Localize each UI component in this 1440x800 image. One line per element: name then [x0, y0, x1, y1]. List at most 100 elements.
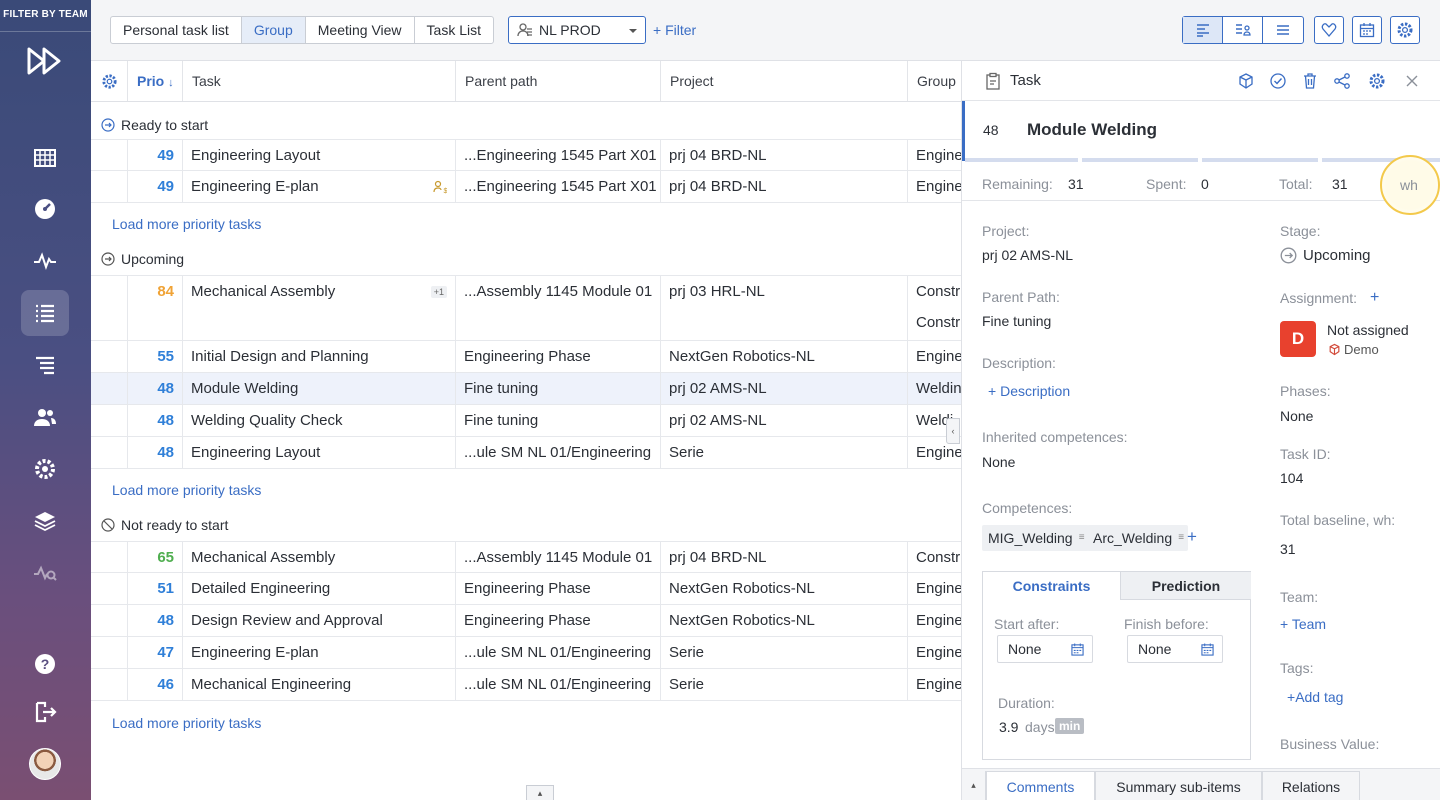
- task-name[interactable]: Initial Design and Planning: [183, 341, 456, 372]
- hierarchy-list-icon[interactable]: [21, 342, 69, 388]
- user-avatar[interactable]: [29, 748, 61, 780]
- tab-relations[interactable]: Relations: [1262, 771, 1360, 800]
- add-team-link[interactable]: + Team: [1280, 616, 1326, 632]
- table-row[interactable]: 51 Detailed Engineering Engineering Phas…: [91, 573, 961, 605]
- calendar-grid-icon[interactable]: [21, 134, 69, 180]
- project-label: Project:: [982, 223, 1030, 239]
- unit-toggle[interactable]: wh: [1380, 155, 1440, 215]
- filter-button[interactable]: + Filter: [653, 22, 696, 38]
- share-icon[interactable]: [1333, 72, 1351, 90]
- table-row[interactable]: 65 Mechanical Assembly ...Assembly 1145 …: [91, 541, 961, 573]
- users-icon[interactable]: [21, 394, 69, 440]
- finish-before-input[interactable]: None: [1127, 635, 1223, 663]
- view-personal-task-list[interactable]: Personal task list: [111, 17, 242, 43]
- analytics-search-icon[interactable]: [21, 550, 69, 596]
- table-row-selected[interactable]: 48 Module Welding Fine tuning prj 02 AMS…: [91, 373, 961, 405]
- baseline-value[interactable]: 31: [1280, 541, 1296, 557]
- add-assignment-button[interactable]: +: [1370, 289, 1379, 307]
- settings-button[interactable]: [1390, 16, 1420, 44]
- group-header-not-ready[interactable]: Not ready to start: [101, 517, 228, 533]
- table-row[interactable]: 46 Mechanical Engineering ...ule SM NL 0…: [91, 669, 961, 701]
- table-row[interactable]: 48 Engineering Layout ...ule SM NL 01/En…: [91, 437, 961, 469]
- competences-label: Competences:: [982, 500, 1073, 516]
- task-name[interactable]: Engineering Layout: [183, 140, 456, 170]
- column-prio[interactable]: Prio ↓: [128, 61, 183, 101]
- view-group[interactable]: Group: [241, 17, 306, 43]
- tab-constraints[interactable]: Constraints: [983, 572, 1121, 600]
- table-row[interactable]: 47 Engineering E-plan ...ule SM NL 01/En…: [91, 637, 961, 669]
- add-tag-link[interactable]: +Add tag: [1287, 689, 1343, 705]
- table-row[interactable]: 49 Engineering Layout ...Engineering 154…: [91, 139, 961, 171]
- help-icon[interactable]: ?: [21, 641, 69, 687]
- remaining-value: 31: [1068, 176, 1084, 192]
- tab-comments[interactable]: Comments: [986, 771, 1095, 800]
- tab-summary-sub-items[interactable]: Summary sub-items: [1095, 771, 1262, 800]
- task-name[interactable]: Module Welding: [183, 373, 456, 404]
- filter-by-team[interactable]: FILTER BY TEAM: [0, 0, 91, 32]
- add-description-link[interactable]: + Description: [988, 383, 1070, 399]
- list-lines-icon[interactable]: [1263, 17, 1303, 43]
- grid-settings-button[interactable]: [91, 61, 128, 101]
- task-name-title[interactable]: Module Welding: [1027, 120, 1157, 140]
- task-name[interactable]: Mechanical Assembly: [191, 283, 335, 300]
- scroll-up-button[interactable]: ▴: [526, 785, 554, 800]
- task-name[interactable]: Mechanical Assembly: [183, 542, 456, 572]
- parent-path-value[interactable]: Fine tuning: [982, 313, 1051, 329]
- heart-filter-button[interactable]: [1314, 16, 1344, 44]
- add-competence-button[interactable]: +: [1187, 527, 1197, 547]
- settings-gear-icon[interactable]: [21, 446, 69, 492]
- duration-min-badge[interactable]: min: [1055, 718, 1085, 734]
- group-header-ready[interactable]: Ready to start: [101, 117, 208, 133]
- task-name[interactable]: Mechanical Engineering: [183, 669, 456, 700]
- table-row[interactable]: 55 Initial Design and Planning Engineeri…: [91, 341, 961, 373]
- start-after-input[interactable]: None: [997, 635, 1093, 663]
- user-list-icon[interactable]: [1223, 17, 1263, 43]
- task-name[interactable]: Welding Quality Check: [183, 405, 456, 436]
- stage-value[interactable]: Upcoming: [1280, 247, 1371, 264]
- tab-prediction[interactable]: Prediction: [1121, 572, 1251, 600]
- view-task-list[interactable]: Task List: [415, 17, 493, 43]
- extra-count-badge[interactable]: +1: [430, 286, 447, 298]
- logo-icon[interactable]: [26, 46, 66, 76]
- task-name[interactable]: Design Review and Approval: [183, 605, 456, 636]
- gear-icon[interactable]: [1368, 72, 1386, 90]
- column-task[interactable]: Task: [183, 61, 456, 101]
- collapse-panel-handle[interactable]: ‹: [946, 418, 960, 444]
- load-more-link[interactable]: Load more priority tasks: [112, 216, 261, 232]
- column-parent-path[interactable]: Parent path: [456, 61, 661, 101]
- task-name[interactable]: Detailed Engineering: [183, 573, 456, 604]
- cube-icon[interactable]: [1237, 72, 1255, 90]
- assignee-avatar[interactable]: D: [1280, 321, 1316, 357]
- check-circle-icon[interactable]: [1269, 72, 1287, 90]
- duration-value[interactable]: 3.9: [999, 719, 1018, 735]
- table-row[interactable]: 48 Design Review and Approval Engineerin…: [91, 605, 961, 637]
- align-left-icon[interactable]: [1183, 17, 1223, 43]
- pulse-icon[interactable]: [21, 238, 69, 284]
- load-more-link[interactable]: Load more priority tasks: [112, 482, 261, 498]
- task-name[interactable]: Engineering Layout: [183, 437, 456, 468]
- project-value[interactable]: prj 02 AMS-NL: [982, 247, 1073, 263]
- table-row[interactable]: 49 Engineering E-plan $ ...Engineering 1…: [91, 171, 961, 203]
- calendar-button[interactable]: [1352, 16, 1382, 44]
- view-meeting-view[interactable]: Meeting View: [306, 17, 415, 43]
- start-after-value: None: [1008, 641, 1042, 657]
- trash-icon[interactable]: [1301, 72, 1319, 90]
- load-more-link[interactable]: Load more priority tasks: [112, 715, 261, 731]
- competence-chip[interactable]: MIG_Welding ≡: [982, 525, 1089, 551]
- table-row[interactable]: 48 Welding Quality Check Fine tuning prj…: [91, 405, 961, 437]
- close-icon[interactable]: [1403, 72, 1421, 90]
- task-name[interactable]: Engineering E-plan: [183, 637, 456, 668]
- scroll-top-button[interactable]: ▴: [962, 771, 986, 800]
- task-name[interactable]: Engineering E-plan: [191, 178, 319, 195]
- environment-select[interactable]: NL PROD: [508, 16, 646, 44]
- task-list-icon[interactable]: [21, 290, 69, 336]
- layers-icon[interactable]: [21, 498, 69, 544]
- column-project[interactable]: Project: [661, 61, 908, 101]
- competence-chip[interactable]: Arc_Welding ≡: [1087, 525, 1189, 551]
- logout-icon[interactable]: [21, 689, 69, 735]
- group-header-upcoming[interactable]: Upcoming: [101, 251, 184, 267]
- assignee-name[interactable]: Not assigned: [1327, 322, 1409, 338]
- column-group[interactable]: Group: [908, 61, 961, 101]
- table-row[interactable]: 84 Mechanical Assembly +1 ...Assembly 11…: [91, 275, 961, 341]
- dashboard-icon[interactable]: [21, 186, 69, 232]
